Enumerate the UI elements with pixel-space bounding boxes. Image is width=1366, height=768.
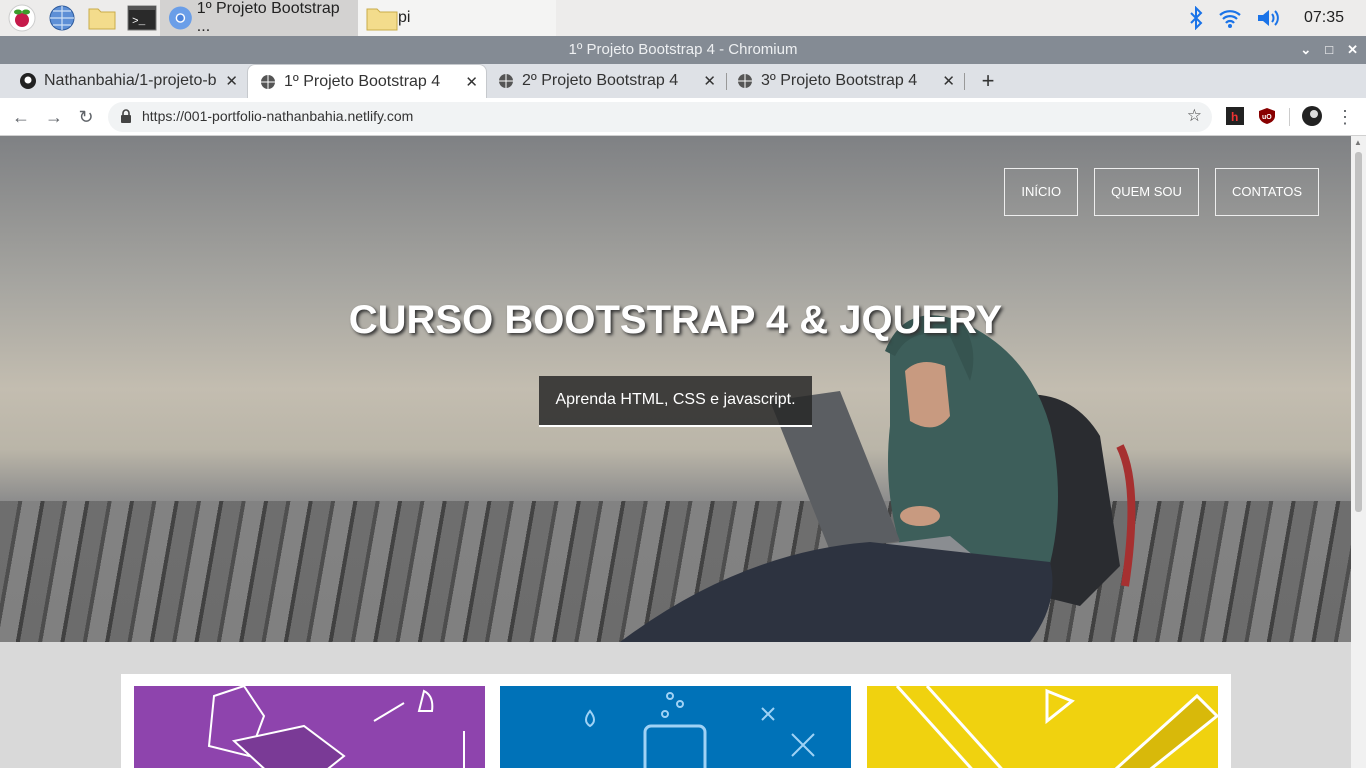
profile-avatar-icon[interactable] (1302, 106, 1322, 126)
window-title: 1º Projeto Bootstrap 4 - Chromium (568, 41, 798, 58)
scrollbar-thumb[interactable] (1355, 152, 1362, 512)
tab-separator (964, 73, 965, 90)
tab-projeto-1[interactable]: 1º Projeto Bootstrap 4 ✕ (247, 64, 487, 98)
card-3[interactable] (867, 686, 1218, 768)
menu-kebab-icon[interactable]: ⋮ (1334, 106, 1356, 128)
taskbar-file-label: pi (398, 9, 411, 26)
taskbar-chromium[interactable]: 1º Projeto Bootstrap ... (160, 0, 358, 36)
clock[interactable]: 07:35 (1304, 9, 1344, 27)
tab-label: 2º Projeto Bootstrap 4 (522, 72, 679, 89)
card-1[interactable] (134, 686, 485, 768)
tab-close-icon[interactable]: ✕ (465, 73, 478, 91)
nav-inicio[interactable]: INÍCIO (1004, 168, 1079, 216)
minimize-icon[interactable]: ⌄ (1300, 36, 1311, 64)
card-3-illustration (895, 686, 1218, 768)
tab-projeto-2[interactable]: 2º Projeto Bootstrap 4 ✕ (486, 64, 724, 98)
chromium-icon (168, 6, 192, 30)
github-icon (20, 73, 36, 89)
card-1-illustration (207, 686, 465, 768)
nav-quem-sou[interactable]: QUEM SOU (1094, 168, 1199, 216)
raspberry-menu-icon[interactable] (4, 2, 40, 34)
web-browser-icon[interactable] (44, 2, 80, 34)
ublock-shield-icon[interactable]: uO (1258, 107, 1276, 125)
cards-section (121, 674, 1231, 768)
browser-toolbar: ← → ↻ https://001-portfolio-nathanbahia.… (0, 98, 1366, 136)
svg-text:h: h (1231, 110, 1238, 124)
taskbar-chromium-label: 1º Projeto Bootstrap ... (196, 0, 340, 35)
tab-label: Nathanbahia/1-projeto-b (44, 72, 217, 89)
volume-icon[interactable] (1256, 7, 1282, 29)
hero-subtitle-box: Aprenda HTML, CSS e javascript. (539, 376, 812, 427)
tab-bar: Nathanbahia/1-projeto-b ✕ 1º Projeto Boo… (0, 64, 1366, 98)
card-2[interactable] (500, 686, 851, 768)
bookmark-star-icon[interactable]: ☆ (1187, 106, 1202, 126)
reload-icon[interactable]: ↻ (75, 106, 97, 128)
tab-close-icon[interactable]: ✕ (703, 72, 716, 90)
page-viewport: INÍCIO QUEM SOU CONTATOS CURSO BOOTSTRAP… (0, 136, 1351, 768)
hero-section: INÍCIO QUEM SOU CONTATOS CURSO BOOTSTRAP… (0, 136, 1351, 642)
tab-label: 1º Projeto Bootstrap 4 (284, 72, 441, 90)
new-tab-icon[interactable]: + (976, 68, 1000, 94)
nav-contatos[interactable]: CONTATOS (1214, 168, 1319, 216)
taskbar-file-manager[interactable]: pi (358, 0, 556, 36)
svg-text:uO: uO (1262, 114, 1272, 121)
globe-icon (499, 74, 513, 88)
tab-close-icon[interactable]: ✕ (942, 72, 955, 90)
toolbar-divider (1289, 108, 1290, 126)
site-nav: INÍCIO QUEM SOU CONTATOS (1004, 168, 1319, 216)
tab-projeto-3[interactable]: 3º Projeto Bootstrap 4 ✕ (725, 64, 963, 98)
svg-text:>_: >_ (132, 16, 146, 28)
hero-title: CURSO BOOTSTRAP 4 & JQUERY (348, 298, 1003, 342)
globe-icon (738, 74, 752, 88)
scroll-up-icon[interactable]: ▲ (1354, 138, 1362, 147)
tab-label: 3º Projeto Bootstrap 4 (761, 72, 918, 89)
window-controls: ⌄ □ ✕ (1300, 36, 1358, 64)
lock-icon[interactable] (120, 109, 132, 123)
address-bar[interactable]: https://001-portfolio-nathanbahia.netlif… (108, 102, 1212, 132)
maximize-icon[interactable]: □ (1325, 36, 1333, 64)
tab-github[interactable]: Nathanbahia/1-projeto-b ✕ (8, 64, 246, 98)
extension-h-icon[interactable]: h (1226, 107, 1244, 125)
back-icon[interactable]: ← (10, 106, 32, 128)
folder-icon (366, 8, 398, 31)
forward-icon[interactable]: → (43, 106, 65, 128)
file-manager-icon[interactable] (84, 2, 120, 34)
bluetooth-icon[interactable] (1188, 6, 1204, 30)
tab-close-icon[interactable]: ✕ (225, 72, 238, 90)
system-tray: 07:35 (1188, 0, 1366, 36)
globe-icon (261, 74, 275, 89)
page-scrollbar[interactable]: ▲ (1351, 136, 1366, 768)
close-icon[interactable]: ✕ (1347, 36, 1358, 64)
wifi-icon[interactable] (1218, 7, 1242, 29)
terminal-icon[interactable]: >_ (124, 2, 160, 34)
window-titlebar[interactable]: 1º Projeto Bootstrap 4 - Chromium ⌄ □ ✕ (0, 36, 1366, 64)
url-text[interactable]: https://001-portfolio-nathanbahia.netlif… (142, 108, 413, 124)
taskbar: >_ 1º Projeto Bootstrap ... pi 07:35 (0, 0, 1366, 36)
card-2-illustration (585, 692, 815, 768)
